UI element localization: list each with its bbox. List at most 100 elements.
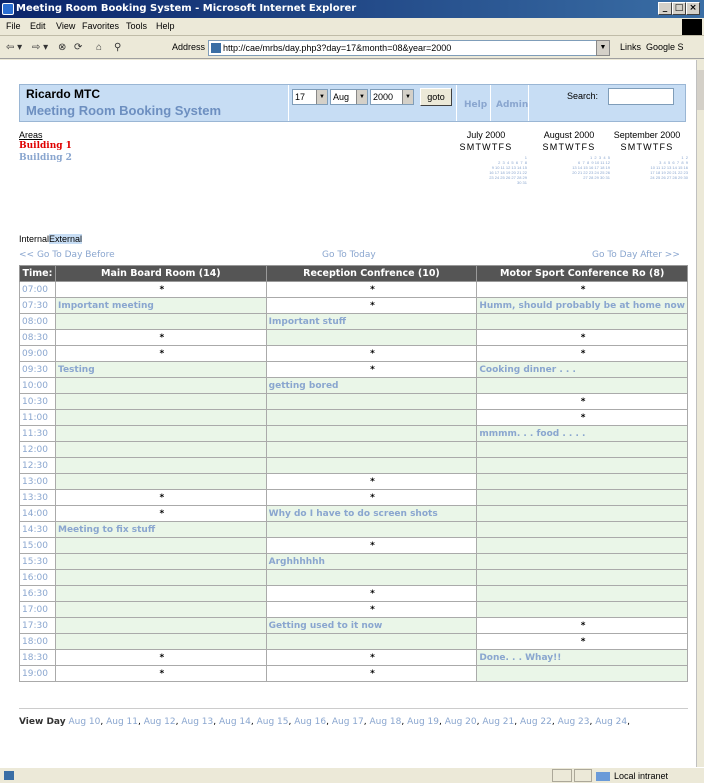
home-icon[interactable]: ⌂ bbox=[96, 42, 102, 53]
booked-cell[interactable] bbox=[476, 473, 688, 490]
booked-cell[interactable] bbox=[265, 521, 478, 538]
view-day-link[interactable]: Aug 14 bbox=[219, 717, 251, 727]
booked-cell[interactable] bbox=[476, 521, 688, 538]
menu-favorites[interactable]: Favorites bbox=[82, 21, 119, 31]
time-cell[interactable]: 10:00 bbox=[19, 377, 56, 394]
booked-cell[interactable] bbox=[55, 425, 267, 442]
booked-cell[interactable] bbox=[55, 585, 267, 602]
add-booking-cell[interactable]: * bbox=[265, 585, 478, 602]
maximize-button[interactable]: □ bbox=[672, 2, 686, 15]
calendar-title[interactable]: July 2000 bbox=[445, 130, 527, 140]
booking-entry[interactable]: Meeting to fix stuff bbox=[55, 521, 267, 538]
booking-entry[interactable]: Done. . . Whay!! bbox=[476, 649, 688, 666]
room-header[interactable]: Reception Confrence (10) bbox=[265, 265, 478, 282]
booking-entry[interactable]: Important stuff bbox=[265, 313, 478, 330]
add-booking-cell[interactable]: * bbox=[265, 473, 478, 490]
view-day-link[interactable]: Aug 21 bbox=[482, 717, 514, 727]
menu-tools[interactable]: Tools bbox=[126, 21, 147, 31]
booked-cell[interactable] bbox=[55, 313, 267, 330]
add-booking-cell[interactable]: * bbox=[265, 281, 478, 298]
add-booking-cell[interactable]: * bbox=[476, 281, 688, 298]
calendar-days[interactable]: 1 2 3 4 5 6 7 8 9 10 11 12 13 14 15 16 1… bbox=[445, 155, 527, 185]
calendar-days[interactable]: 1 2 3 4 5 6 7 8 9 10 11 12 13 14 15 16 1… bbox=[528, 155, 610, 180]
back-icon[interactable]: ⇦ ▾ bbox=[6, 42, 22, 53]
time-cell[interactable]: 12:00 bbox=[19, 441, 56, 458]
booked-cell[interactable] bbox=[476, 489, 688, 506]
add-booking-cell[interactable]: * bbox=[265, 345, 478, 362]
add-booking-cell[interactable]: * bbox=[476, 345, 688, 362]
booking-entry[interactable]: Getting used to it now bbox=[265, 617, 478, 634]
booked-cell[interactable] bbox=[55, 617, 267, 634]
time-cell[interactable]: 17:30 bbox=[19, 617, 56, 634]
booked-cell[interactable] bbox=[265, 393, 478, 410]
view-day-link[interactable]: Aug 12 bbox=[144, 717, 176, 727]
close-button[interactable]: × bbox=[686, 2, 700, 15]
menu-view[interactable]: View bbox=[56, 21, 75, 31]
help-link[interactable]: Help bbox=[464, 100, 487, 110]
view-day-link[interactable]: Aug 13 bbox=[181, 717, 213, 727]
booked-cell[interactable] bbox=[265, 329, 478, 346]
booking-entry[interactable]: Testing bbox=[55, 361, 267, 378]
view-day-link[interactable]: Aug 17 bbox=[332, 717, 364, 727]
view-day-link[interactable]: Aug 23 bbox=[558, 717, 590, 727]
booked-cell[interactable] bbox=[476, 665, 688, 682]
time-cell[interactable]: 18:00 bbox=[19, 633, 56, 650]
booked-cell[interactable] bbox=[476, 441, 688, 458]
time-cell[interactable]: 10:30 bbox=[19, 393, 56, 410]
time-cell[interactable]: 09:30 bbox=[19, 361, 56, 378]
booking-entry[interactable]: Arghhhhhh bbox=[265, 553, 478, 570]
scrollbar-thumb[interactable] bbox=[697, 70, 704, 110]
time-cell[interactable]: 16:30 bbox=[19, 585, 56, 602]
booked-cell[interactable] bbox=[476, 601, 688, 618]
booked-cell[interactable] bbox=[55, 393, 267, 410]
address-dropdown-button[interactable]: ▼ bbox=[596, 40, 610, 56]
google-toolbar-button[interactable]: Google S bbox=[646, 42, 684, 52]
minimize-button[interactable]: _ bbox=[658, 2, 672, 15]
month-select[interactable]: Aug ▼ bbox=[330, 89, 368, 105]
booked-cell[interactable] bbox=[265, 425, 478, 442]
time-cell[interactable]: 18:30 bbox=[19, 649, 56, 666]
time-cell[interactable]: 14:00 bbox=[19, 505, 56, 522]
booked-cell[interactable] bbox=[476, 585, 688, 602]
today-link[interactable]: Go To Today bbox=[322, 250, 376, 260]
add-booking-cell[interactable]: * bbox=[55, 505, 267, 522]
add-booking-cell[interactable]: * bbox=[265, 537, 478, 554]
add-booking-cell[interactable]: * bbox=[55, 329, 267, 346]
booked-cell[interactable] bbox=[55, 553, 267, 570]
room-header[interactable]: Motor Sport Conference Ro (8) bbox=[476, 265, 688, 282]
booked-cell[interactable] bbox=[55, 473, 267, 490]
day-after-link[interactable]: Go To Day After >> bbox=[592, 250, 680, 260]
menu-help[interactable]: Help bbox=[156, 21, 175, 31]
calendar-title[interactable]: August 2000 bbox=[528, 130, 610, 140]
time-cell[interactable]: 07:30 bbox=[19, 297, 56, 314]
booked-cell[interactable] bbox=[55, 457, 267, 474]
stop-icon[interactable]: ⊗ bbox=[58, 42, 66, 53]
booked-cell[interactable] bbox=[476, 505, 688, 522]
add-booking-cell[interactable]: * bbox=[476, 617, 688, 634]
booked-cell[interactable] bbox=[55, 409, 267, 426]
vertical-scrollbar[interactable] bbox=[696, 60, 704, 767]
view-day-link[interactable]: Aug 15 bbox=[257, 717, 289, 727]
menu-edit[interactable]: Edit bbox=[30, 21, 46, 31]
view-day-link[interactable]: Aug 22 bbox=[520, 717, 552, 727]
add-booking-cell[interactable]: * bbox=[265, 665, 478, 682]
booked-cell[interactable] bbox=[476, 553, 688, 570]
booked-cell[interactable] bbox=[476, 537, 688, 554]
time-cell[interactable]: 15:00 bbox=[19, 537, 56, 554]
view-day-link[interactable]: Aug 24 bbox=[595, 717, 627, 727]
booked-cell[interactable] bbox=[55, 633, 267, 650]
address-input[interactable]: http://cae/mrbs/day.php3?day=17&month=08… bbox=[208, 40, 610, 56]
time-cell[interactable]: 11:00 bbox=[19, 409, 56, 426]
booking-entry[interactable]: Humm, should probably be at home now bbox=[476, 297, 688, 314]
menu-file[interactable]: File bbox=[6, 21, 21, 31]
goto-button[interactable]: goto bbox=[420, 88, 452, 106]
time-cell[interactable]: 08:30 bbox=[19, 329, 56, 346]
booked-cell[interactable] bbox=[55, 537, 267, 554]
day-select[interactable]: 17 ▼ bbox=[292, 89, 328, 105]
booked-cell[interactable] bbox=[265, 457, 478, 474]
booking-entry[interactable]: mmmm. . . food . . . . bbox=[476, 425, 688, 442]
booking-entry[interactable]: getting bored bbox=[265, 377, 478, 394]
time-cell[interactable]: 09:00 bbox=[19, 345, 56, 362]
booked-cell[interactable] bbox=[265, 409, 478, 426]
day-before-link[interactable]: << Go To Day Before bbox=[19, 250, 115, 260]
